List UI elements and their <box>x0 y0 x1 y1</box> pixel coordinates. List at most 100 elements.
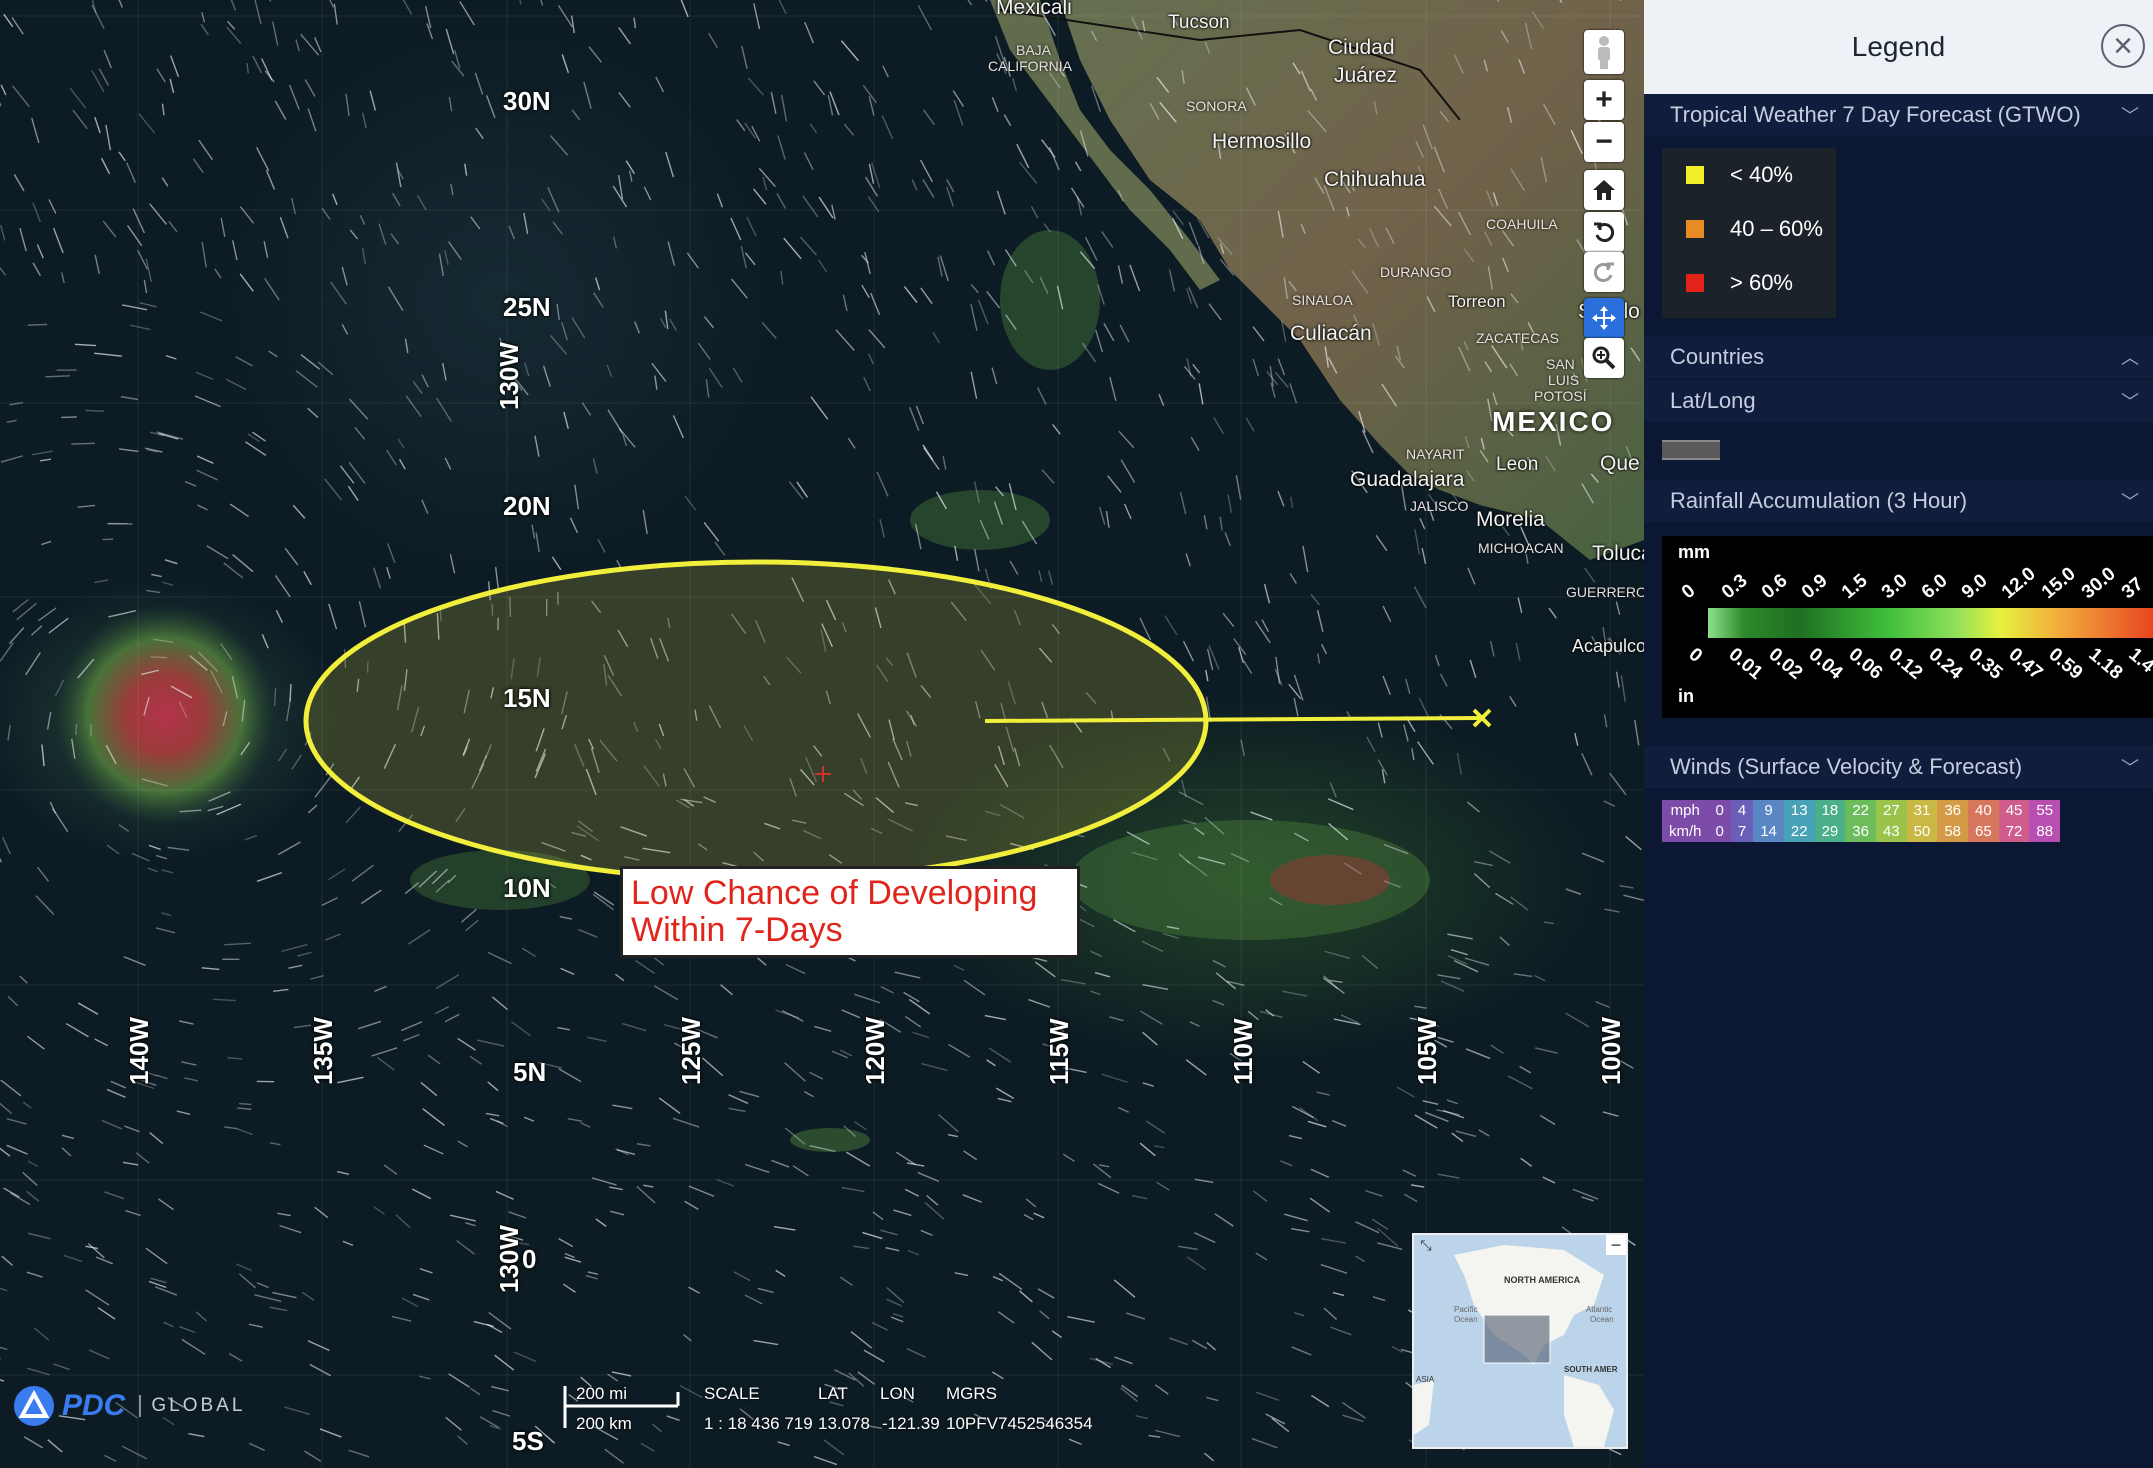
minimap-label: SOUTH AMER <box>1564 1365 1618 1374</box>
state-label: LUIS <box>1548 372 1580 388</box>
wind-kmh-value: 58 <box>1937 821 1969 842</box>
gtwo-section-header[interactable]: Tropical Weather 7 Day Forecast (GTWO) ﹀ <box>1644 94 2153 136</box>
city-label: Leon <box>1496 454 1539 475</box>
chevron-up-icon: ︿ <box>2121 348 2139 368</box>
rain-tick-mm: 0.9 <box>1797 570 1832 604</box>
legend-header: Legend × <box>1644 0 2153 94</box>
wind-mph-value: 0 <box>1708 800 1731 821</box>
streetview-button[interactable] <box>1584 30 1624 74</box>
color-swatch <box>1686 166 1704 184</box>
lat-label: 30N <box>503 86 551 116</box>
lat-label: 5N <box>513 1057 547 1087</box>
winds-section-header[interactable]: Winds (Surface Velocity & Forecast) ﹀ <box>1644 746 2153 788</box>
minimap-expand-icon[interactable]: ⤡ <box>1416 1235 1436 1255</box>
lon-label: 125W <box>676 1017 706 1085</box>
legend-panel: Legend × Tropical Weather 7 Day Forecast… <box>1644 0 2153 1468</box>
mgrs-readout-value: 10PFV7452546354 <box>946 1414 1093 1433</box>
state-label: BAJA <box>1016 42 1052 58</box>
city-label: Culiacán <box>1290 322 1372 345</box>
streetview-icon <box>1598 36 1610 69</box>
rain-tick-mm: 12.0 <box>1997 563 2040 604</box>
city-label: Morelia <box>1476 508 1545 531</box>
lon-label: 130W <box>494 342 524 410</box>
city-label: Mexicali <box>996 0 1072 19</box>
wind-kmh-value: 0 <box>1708 821 1731 842</box>
rainfall-colorbar: mm in 0 0.3 0.6 0.9 1.5 3.0 6.0 9.0 12.0 15.0 30.0… <box>1662 536 2153 718</box>
rain-tick-mm: 3.0 <box>1877 570 1912 604</box>
lat-label: 5S <box>512 1426 544 1456</box>
city-label: Juárez <box>1334 64 1398 87</box>
rain-unit-mm: mm <box>1678 542 1711 562</box>
lon-label: 120W <box>860 1017 890 1085</box>
callout-line: Within 7-Days <box>631 911 843 949</box>
latlong-line-sample <box>1662 440 1720 460</box>
wind-mph-value: 13 <box>1783 800 1815 821</box>
rain-tick-mm: 37 <box>2117 573 2148 604</box>
gtwo-item: > 60% <box>1662 256 1836 310</box>
undo-button[interactable] <box>1584 212 1624 252</box>
city-label: Toluca <box>1592 542 1644 565</box>
lon-label: 130W <box>494 1225 524 1293</box>
callout-line: Low Chance of Developing <box>631 874 1038 912</box>
rain-tick-in: 1.18 <box>2084 644 2127 684</box>
city-label: Tucson <box>1168 12 1230 33</box>
state-label: JALISCO <box>1410 498 1469 514</box>
wind-kmh-row: km/h 0 7 14 22 29 36 43 50 58 65 72 88 <box>1662 821 2061 842</box>
countries-section-header[interactable]: Countries ︿ <box>1644 336 2153 378</box>
forecast-area-layer <box>303 559 1492 883</box>
legend-title: Legend <box>1851 31 1946 62</box>
overview-minimap[interactable]: NORTH AMERICA Pacific Ocean Atlantic Oce… <box>1412 1233 1628 1449</box>
city-label: Chihuahua <box>1324 168 1426 191</box>
home-button[interactable] <box>1584 170 1624 210</box>
lat-label: 15N <box>503 683 551 713</box>
zoom-box-icon <box>1592 346 1616 370</box>
gtwo-legend: < 40% 40 – 60% > 60% <box>1662 148 1836 318</box>
wind-kmh-value: 22 <box>1783 821 1815 842</box>
chevron-down-icon: ﹀ <box>2121 758 2139 778</box>
wind-kmh-value: 72 <box>1998 821 2030 842</box>
state-label: GUERRERO <box>1566 584 1644 600</box>
rain-tick-in: 0.04 <box>1804 644 1847 684</box>
redo-button[interactable] <box>1584 252 1624 292</box>
zoom-in-button[interactable]: + <box>1584 80 1624 120</box>
pan-button[interactable] <box>1584 298 1624 338</box>
lat-label: 25N <box>503 292 551 322</box>
minimap-drawing <box>1414 1245 1614 1447</box>
rainfall-section-header[interactable]: Rainfall Accumulation (3 Hour) ﹀ <box>1644 480 2153 522</box>
wind-mph-value: 9 <box>1753 800 1784 821</box>
rain-tick-in: 0 <box>1684 644 1707 667</box>
minimap-collapse-icon[interactable]: − <box>1606 1235 1626 1255</box>
rain-tick-mm: 30.0 <box>2077 563 2120 604</box>
lon-label: 100W <box>1596 1017 1626 1085</box>
state-label: MICHOACAN <box>1478 540 1564 556</box>
rain-tick-mm: 0.6 <box>1757 570 1792 604</box>
gtwo-item: < 40% <box>1662 148 1836 202</box>
chevron-down-icon: ﹀ <box>2121 392 2139 412</box>
zoom-out-button[interactable]: − <box>1584 122 1624 162</box>
countries-title: Countries <box>1670 344 1765 369</box>
rain-gradient-bar <box>1708 608 2153 638</box>
rain-tick-mm: 6.0 <box>1917 570 1952 604</box>
city-label: Ciudad <box>1328 36 1395 59</box>
zoom-box-button[interactable] <box>1584 338 1624 378</box>
gtwo-item-label: 40 – 60% <box>1730 216 1823 241</box>
wind-mph-value: 55 <box>2029 800 2061 821</box>
rain-tick-in: 0.02 <box>1764 644 1807 684</box>
rain-tick-mm: 9.0 <box>1957 570 1992 604</box>
rain-tick-in: 0.12 <box>1884 644 1927 684</box>
close-button[interactable]: × <box>2101 24 2145 68</box>
city-label: Guadalajara <box>1350 468 1465 491</box>
rain-unit-in: in <box>1678 686 1694 706</box>
map-view[interactable]: 30N 25N 20N 15N 10N 5N 0 5S 140W 135W 13… <box>0 0 1644 1468</box>
rain-tick-in: 0.59 <box>2044 644 2087 684</box>
state-label: SONORA <box>1186 98 1247 114</box>
city-label: Torreon <box>1448 292 1506 311</box>
latlong-section-header[interactable]: Lat/Long ﹀ <box>1644 380 2153 422</box>
minimap-label: Ocean <box>1454 1315 1478 1324</box>
minimap-label: NORTH AMERICA <box>1504 1275 1581 1285</box>
zoom-out-icon: − <box>1595 125 1613 158</box>
pan-icon <box>1592 306 1616 330</box>
wind-kmh-value: 36 <box>1845 821 1876 842</box>
minimap-label: ASIA <box>1416 1375 1435 1384</box>
rainfall-title: Rainfall Accumulation (3 Hour) <box>1670 488 1968 513</box>
